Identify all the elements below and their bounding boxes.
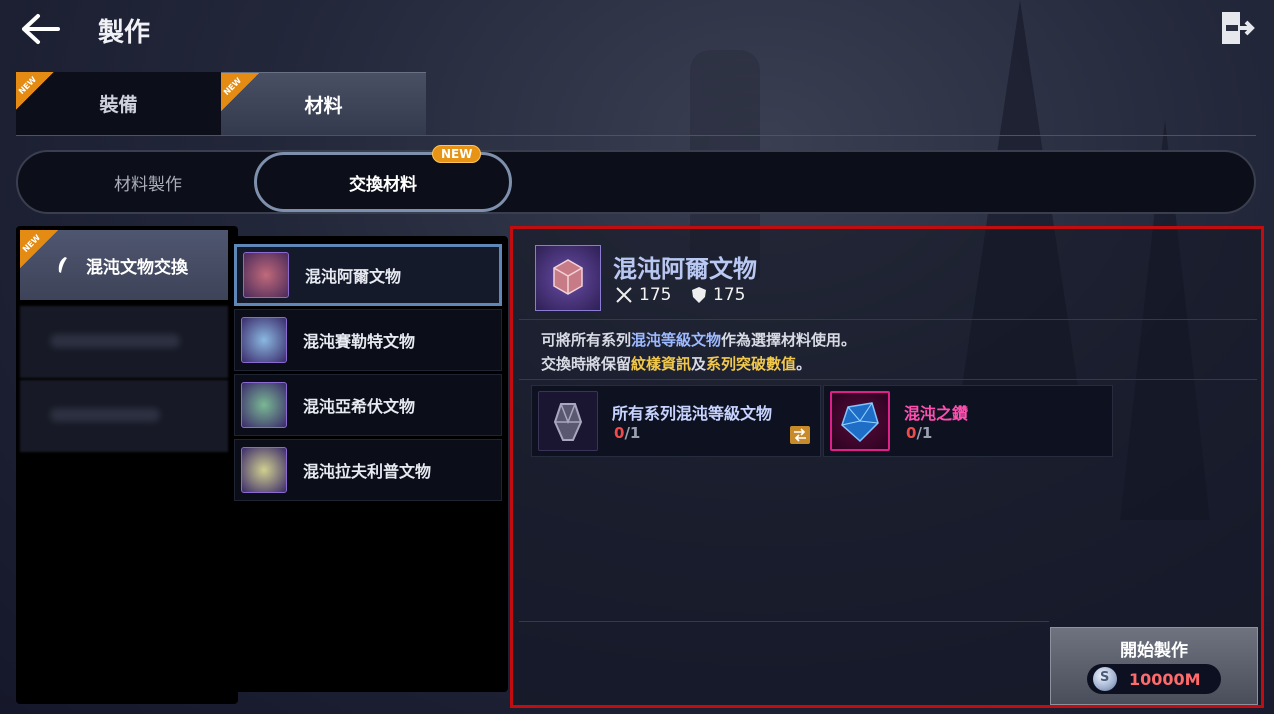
- new-ribbon: NEW: [221, 73, 259, 111]
- category-panel: NEW 混沌文物交換: [16, 226, 238, 704]
- cost-value: 10000M: [1129, 669, 1201, 689]
- silver-coin-icon: S: [1093, 667, 1117, 691]
- back-button[interactable]: [18, 12, 62, 46]
- relic-thumbnail: [243, 252, 289, 298]
- cost-display: S 10000M: [1087, 664, 1221, 694]
- material-name: 混沌之鑽: [904, 404, 969, 423]
- exit-door-icon: [1222, 12, 1255, 44]
- material-slot[interactable]: 混沌之鑽 0/1: [823, 385, 1113, 457]
- shield-icon: [692, 287, 706, 303]
- material-thumbnail: [830, 391, 890, 451]
- list-item[interactable]: 混沌阿爾文物: [234, 244, 502, 306]
- item-list: 混沌阿爾文物 混沌賽勒特文物 混沌亞希伏文物 混沌拉夫利普文物: [232, 236, 508, 692]
- item-title: 混沌阿爾文物: [613, 255, 757, 283]
- list-item[interactable]: 混沌拉夫利普文物: [234, 439, 502, 501]
- tab-equipment[interactable]: NEW 裝備: [16, 72, 221, 135]
- description-line-2: 交換時將保留紋樣資訊及系列突破數值。: [541, 355, 812, 373]
- material-name: 所有系列混沌等級文物: [612, 404, 773, 423]
- relic-thumbnail: [241, 317, 287, 363]
- material-count: 0/1: [906, 424, 933, 442]
- list-item[interactable]: 混沌賽勒特文物: [234, 309, 502, 371]
- list-item[interactable]: 混沌亞希伏文物: [234, 374, 502, 436]
- craft-button-label: 開始製作: [1120, 641, 1188, 661]
- tab-materials[interactable]: NEW 材料: [221, 72, 426, 135]
- item-name: 混沌亞希伏文物: [303, 397, 416, 416]
- diamond-icon: [841, 402, 879, 443]
- cube-relic-icon: [553, 259, 583, 295]
- defense-stat: 175: [691, 285, 745, 305]
- sub-tab-bar: 材料製作 交換材料: [16, 150, 1256, 214]
- attack-value: 175: [639, 285, 672, 305]
- new-ribbon: NEW: [20, 230, 58, 268]
- item-name: 混沌賽勒特文物: [303, 332, 416, 351]
- arrow-left-icon: [22, 14, 60, 44]
- crystal-icon: [553, 403, 583, 441]
- swap-arrows-icon: [794, 428, 806, 442]
- divider: [519, 621, 1049, 622]
- attack-stat: 175: [615, 285, 671, 305]
- defense-value: 175: [713, 285, 746, 305]
- swap-icon[interactable]: [790, 426, 810, 444]
- crossed-swords-icon: [616, 287, 632, 303]
- item-name: 混沌阿爾文物: [305, 267, 402, 286]
- blurred-category: [20, 380, 228, 452]
- tab-label: 材料: [304, 94, 343, 117]
- page-title: 製作: [98, 18, 151, 48]
- material-count: 0/1: [614, 424, 641, 442]
- category-label: 混沌文物交換: [86, 257, 188, 278]
- start-crafting-button[interactable]: 開始製作 S 10000M: [1050, 627, 1258, 705]
- new-ribbon: NEW: [16, 72, 54, 110]
- relic-thumbnail: [241, 447, 287, 493]
- tab-label: 裝備: [99, 94, 138, 116]
- item-name: 混沌拉夫利普文物: [303, 462, 432, 481]
- description-line-1: 可將所有系列混沌等級文物作為選擇材料使用。: [541, 331, 857, 349]
- exit-button[interactable]: [1218, 10, 1258, 46]
- relic-thumbnail: [241, 382, 287, 428]
- subtab-material-crafting[interactable]: 材料製作: [18, 152, 278, 212]
- new-badge: NEW: [432, 145, 482, 163]
- category-chaos-relic-exchange[interactable]: NEW 混沌文物交換: [20, 230, 228, 300]
- blurred-category: [20, 306, 228, 378]
- feather-icon: [58, 257, 67, 273]
- material-slot[interactable]: 所有系列混沌等級文物 0/1: [531, 385, 821, 457]
- detail-header: 混沌阿爾文物 175 175: [535, 245, 1255, 315]
- divider: [519, 379, 1257, 380]
- material-thumbnail: [538, 391, 598, 451]
- top-tab-bar: NEW 裝備 NEW 材料: [16, 72, 1256, 136]
- header: 製作: [0, 0, 1274, 60]
- divider: [519, 319, 1257, 320]
- detail-panel: 混沌阿爾文物 175 175 可將所有系列混沌等級文物作為選擇材料使用。 交換時…: [510, 226, 1264, 708]
- relic-thumbnail: [535, 245, 601, 311]
